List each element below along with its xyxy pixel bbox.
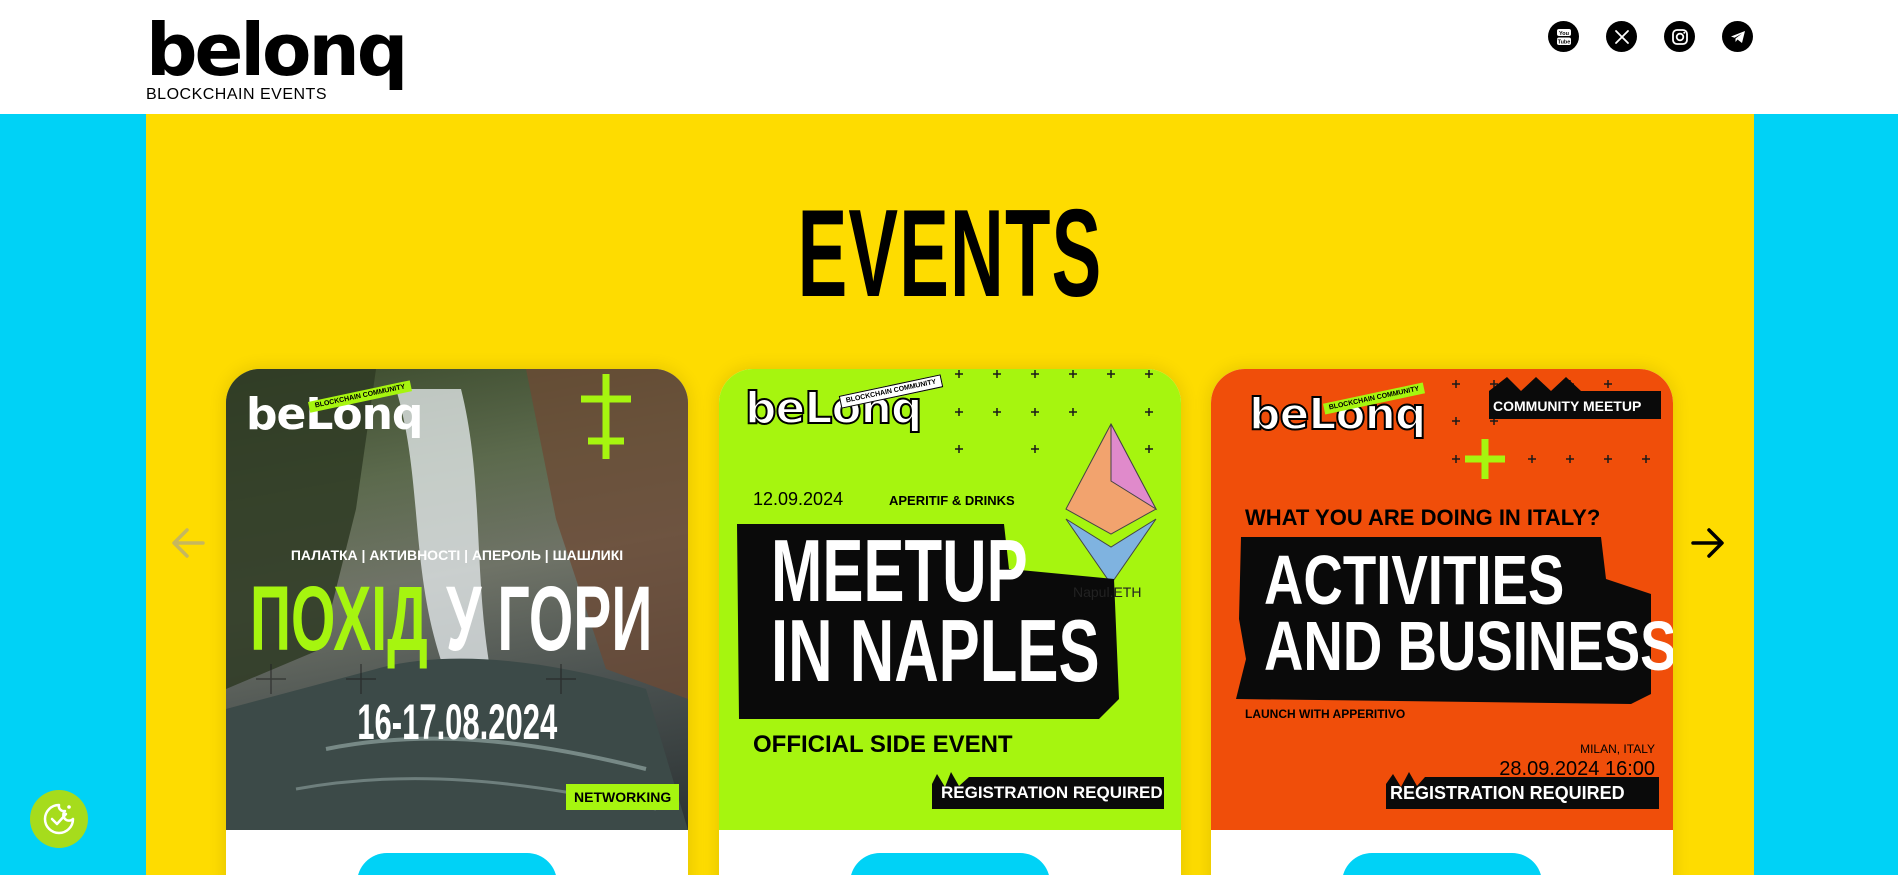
youtube-icon[interactable]: You Tube — [1548, 21, 1579, 52]
networking-badge: NETWORKING — [566, 784, 680, 810]
page-title: EVENTS — [797, 185, 1103, 323]
event-details-button[interactable] — [357, 853, 557, 875]
carousel-next-button[interactable] — [1687, 522, 1729, 564]
sponsor-label: Napul.ETH — [1073, 584, 1142, 600]
poster-question: WHAT YOU ARE DOING IN ITALY? — [1245, 505, 1601, 530]
meetup-pill: COMMUNITY MEETUP — [1493, 398, 1642, 414]
site-logo[interactable]: belonq BLOCKCHAIN EVENTS — [146, 8, 416, 103]
registration-badge: REGISTRATION REQUIRED — [1390, 783, 1625, 803]
poster-subtitle: ПАЛАТКА | АКТИВНОСТІ | АПЕРОЛЬ | ШАШЛИКІ — [290, 547, 624, 563]
registration-badge: REGISTRATION REQUIRED — [941, 783, 1163, 802]
arrow-right-icon — [1691, 528, 1724, 558]
event-extra: APERITIF & DRINKS — [889, 493, 1015, 508]
poster-headline: ACTIVITIES — [1264, 541, 1565, 619]
cookie-icon — [43, 803, 75, 835]
event-details-button[interactable] — [850, 853, 1050, 875]
event-poster: beLonq BLOCKCHAIN COMMUNITY 12.09.2024 A… — [719, 369, 1181, 830]
telegram-icon[interactable] — [1722, 21, 1753, 52]
event-poster: beLonq BLOCKCHAIN COMMUNITY ПАЛАТКА | АК… — [226, 369, 688, 830]
social-links: You Tube — [1548, 21, 1753, 52]
poster-date: 16-17.08.2024 — [357, 694, 557, 750]
cookie-settings-button[interactable] — [30, 790, 88, 848]
arrow-left-icon — [172, 528, 205, 558]
poster-headline-2: IN NAPLES — [771, 601, 1100, 700]
poster-headline-2: У ГОРИ — [446, 568, 653, 670]
event-card[interactable]: beLonq BLOCKCHAIN COMMUNITY 12.09.2024 A… — [719, 369, 1181, 875]
event-poster: beLonq BLOCKCHAIN COMMUNITY COMMUNITY ME… — [1211, 369, 1673, 830]
poster-headline-2: AND BUSINESS — [1264, 607, 1673, 685]
svg-text:Tube: Tube — [1557, 39, 1570, 45]
svg-text:You: You — [1559, 31, 1569, 37]
event-card[interactable]: beLonq BLOCKCHAIN COMMUNITY ПАЛАТКА | АК… — [226, 369, 688, 875]
event-details-button[interactable] — [1342, 853, 1542, 875]
launch-label: LAUNCH WITH APPERITIVO — [1245, 707, 1406, 721]
event-datetime: 28.09.2024 16:00 — [1499, 758, 1655, 780]
instagram-icon[interactable] — [1664, 21, 1695, 52]
event-card[interactable]: beLonq BLOCKCHAIN COMMUNITY COMMUNITY ME… — [1211, 369, 1673, 875]
x-twitter-icon[interactable] — [1606, 21, 1637, 52]
poster-subheadline: OFFICIAL SIDE EVENT — [753, 731, 1013, 758]
event-location: MILAN, ITALY — [1580, 742, 1655, 756]
carousel-prev-button[interactable] — [167, 522, 209, 564]
event-date: 12.09.2024 — [753, 489, 844, 509]
logo-wordmark: belonq — [146, 8, 408, 92]
site-header: belonq BLOCKCHAIN EVENTS You Tube — [0, 0, 1898, 114]
